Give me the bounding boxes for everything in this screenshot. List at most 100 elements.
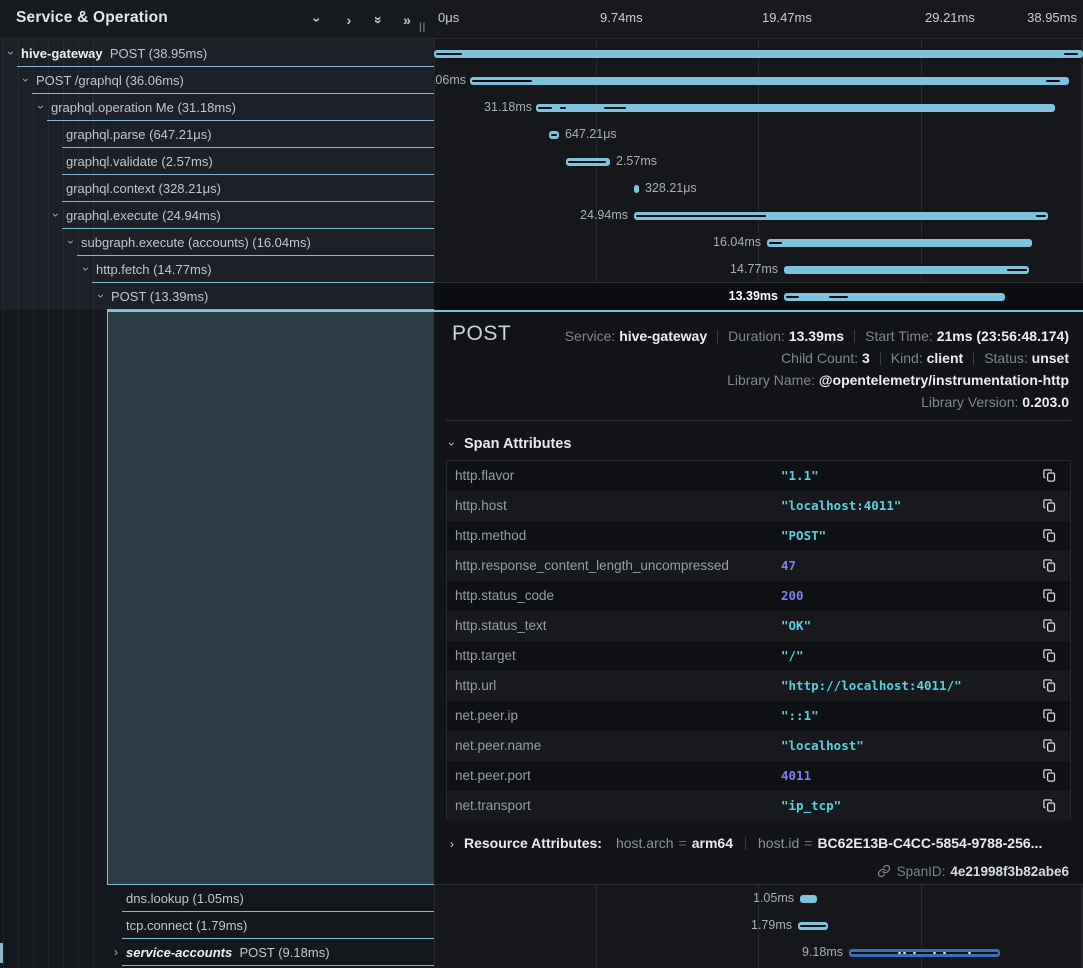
- resource-key: host.arch: [616, 835, 674, 851]
- meta-label: Service:: [565, 328, 619, 344]
- resource-attributes-row[interactable]: ›Resource Attributes:host.arch=arm64host…: [450, 832, 1042, 854]
- copy-icon[interactable]: [1042, 768, 1058, 784]
- copy-icon[interactable]: [1042, 528, 1058, 544]
- copy-icon[interactable]: [1042, 468, 1058, 484]
- axis-tick-label: 9.74ms: [600, 10, 643, 25]
- attribute-value: "OK": [781, 611, 811, 641]
- attribute-value: "http://localhost:4011/": [781, 671, 962, 701]
- span-bar[interactable]: [784, 266, 1029, 274]
- collapse-one-icon[interactable]: ›: [306, 9, 328, 31]
- child-span-marker: [769, 242, 782, 244]
- span-duration-label: 9.18ms: [802, 939, 843, 966]
- timeline-row: 36.06ms: [434, 67, 1083, 94]
- chevron-down-icon[interactable]: ›: [95, 283, 107, 310]
- chevron-down-icon[interactable]: ›: [5, 40, 17, 67]
- resource-attributes-title: Resource Attributes:: [464, 835, 602, 851]
- detail-left-accent-border: [107, 312, 108, 884]
- span-duration-label: 24.94ms: [580, 202, 628, 229]
- meta-value: 0.203.0: [1022, 394, 1069, 410]
- span-bar[interactable]: [634, 185, 639, 193]
- span-duration-label: 31.18ms: [484, 94, 532, 121]
- copy-icon[interactable]: [1042, 558, 1058, 574]
- copy-icon[interactable]: [1042, 738, 1058, 754]
- detail-meta-line: Child Count: 3Kind: clientStatus: unset: [781, 348, 1069, 368]
- axis-tick-label: 0μs: [438, 10, 459, 25]
- tree-row[interactable]: ›POST /graphql (36.06ms): [0, 67, 434, 94]
- span-row-label: graphql.parse (647.21μs): [66, 121, 212, 148]
- child-span-marker: [1036, 215, 1046, 217]
- meta-label: Duration:: [728, 328, 789, 344]
- meta-value: hive-gateway: [619, 328, 707, 344]
- tree-row[interactable]: graphql.context (328.21μs): [0, 175, 434, 202]
- attribute-key: http.url: [455, 671, 496, 701]
- copy-icon[interactable]: [1042, 798, 1058, 814]
- span-id-label: SpanID:: [897, 864, 946, 879]
- span-bar[interactable]: [470, 77, 1069, 85]
- tree-header: Service & Operation ››»»: [0, 0, 434, 39]
- span-bar[interactable]: [434, 50, 1083, 58]
- span-attributes-section-toggle[interactable]: ›Span Attributes: [450, 434, 571, 454]
- chevron-down-icon: ›: [442, 442, 462, 446]
- chevron-right-icon[interactable]: ›: [110, 939, 122, 966]
- span-bar[interactable]: [784, 293, 1005, 301]
- tree-row[interactable]: ›hive-gateway POST (38.95ms): [0, 40, 434, 67]
- tree-row[interactable]: graphql.parse (647.21μs): [0, 121, 434, 148]
- span-duration-label: 36.06ms: [434, 67, 466, 94]
- expand-all-icon[interactable]: »: [396, 9, 418, 31]
- chevron-down-icon[interactable]: ›: [80, 256, 92, 283]
- timeline-axis-header: 0μs9.74ms19.47ms29.21ms38.95ms: [434, 0, 1083, 39]
- meta-label: Start Time:: [865, 328, 937, 344]
- attribute-key: net.peer.port: [455, 761, 531, 791]
- tree-row[interactable]: ›POST (13.39ms): [0, 283, 434, 310]
- attribute-row: http.status_code200: [447, 581, 1070, 611]
- header-divider: [0, 38, 1083, 39]
- timeline-row: 38.95ms: [434, 40, 1083, 67]
- attribute-key: http.status_text: [455, 611, 547, 641]
- tree-row[interactable]: ›service-accounts POST (9.18ms): [107, 939, 434, 966]
- collapse-all-icon[interactable]: »: [368, 9, 390, 31]
- child-span-marker: [636, 215, 766, 217]
- span-marker-dot: [933, 952, 936, 954]
- meta-value: 13.39ms: [789, 328, 844, 344]
- tree-row[interactable]: ›graphql.execute (24.94ms): [0, 202, 434, 229]
- tree-scrollbar-thumb[interactable]: [0, 943, 3, 963]
- meta-label: Library Name:: [727, 372, 819, 388]
- chevron-down-icon[interactable]: ›: [50, 202, 62, 229]
- copy-icon[interactable]: [1042, 498, 1058, 514]
- span-duration-label: 1.05ms: [753, 885, 794, 912]
- chevron-down-icon[interactable]: ›: [20, 67, 32, 94]
- copy-icon[interactable]: [1042, 678, 1058, 694]
- tree-row[interactable]: ›subgraph.execute (accounts) (16.04ms): [0, 229, 434, 256]
- attribute-row: net.transport"ip_tcp": [447, 791, 1070, 821]
- copy-icon[interactable]: [1042, 648, 1058, 664]
- copy-icon[interactable]: [1042, 618, 1058, 634]
- chevron-down-icon[interactable]: ›: [65, 229, 77, 256]
- copy-icon[interactable]: [1042, 588, 1058, 604]
- expand-one-icon[interactable]: ›: [338, 9, 360, 31]
- chevron-down-icon[interactable]: ›: [35, 94, 47, 121]
- span-row-label: graphql.execute (24.94ms): [66, 202, 221, 229]
- attribute-row: http.flavor"1.1": [447, 461, 1070, 491]
- link-icon: [877, 864, 891, 878]
- row-bottom-border: [122, 965, 434, 966]
- tree-row[interactable]: dns.lookup (1.05ms): [107, 885, 434, 912]
- timeline-row: 13.39ms: [434, 283, 1083, 310]
- attribute-row: http.host"localhost:4011": [447, 491, 1070, 521]
- span-bar[interactable]: [800, 895, 817, 903]
- tree-row[interactable]: ›http.fetch (14.77ms): [0, 256, 434, 283]
- copy-icon[interactable]: [1042, 708, 1058, 724]
- panel-resize-grip[interactable]: ||: [419, 22, 426, 33]
- child-span-marker: [436, 53, 462, 55]
- timeline-row: 16.04ms: [434, 229, 1083, 256]
- timeline-row: 328.21μs: [434, 175, 1083, 202]
- tree-row[interactable]: tcp.connect (1.79ms): [107, 912, 434, 939]
- timeline-row: 9.18ms: [434, 939, 1083, 966]
- attribute-key: net.peer.ip: [455, 701, 518, 731]
- tree-row[interactable]: ›graphql.operation Me (31.18ms): [0, 94, 434, 121]
- span-bar[interactable]: [767, 239, 1032, 247]
- meta-value: unset: [1032, 350, 1069, 366]
- span-row-label: hive-gateway POST (38.95ms): [21, 40, 207, 67]
- service-name: service-accounts: [126, 945, 232, 960]
- tree-row[interactable]: graphql.validate (2.57ms): [0, 148, 434, 175]
- span-duration-label: 1.79ms: [751, 912, 792, 939]
